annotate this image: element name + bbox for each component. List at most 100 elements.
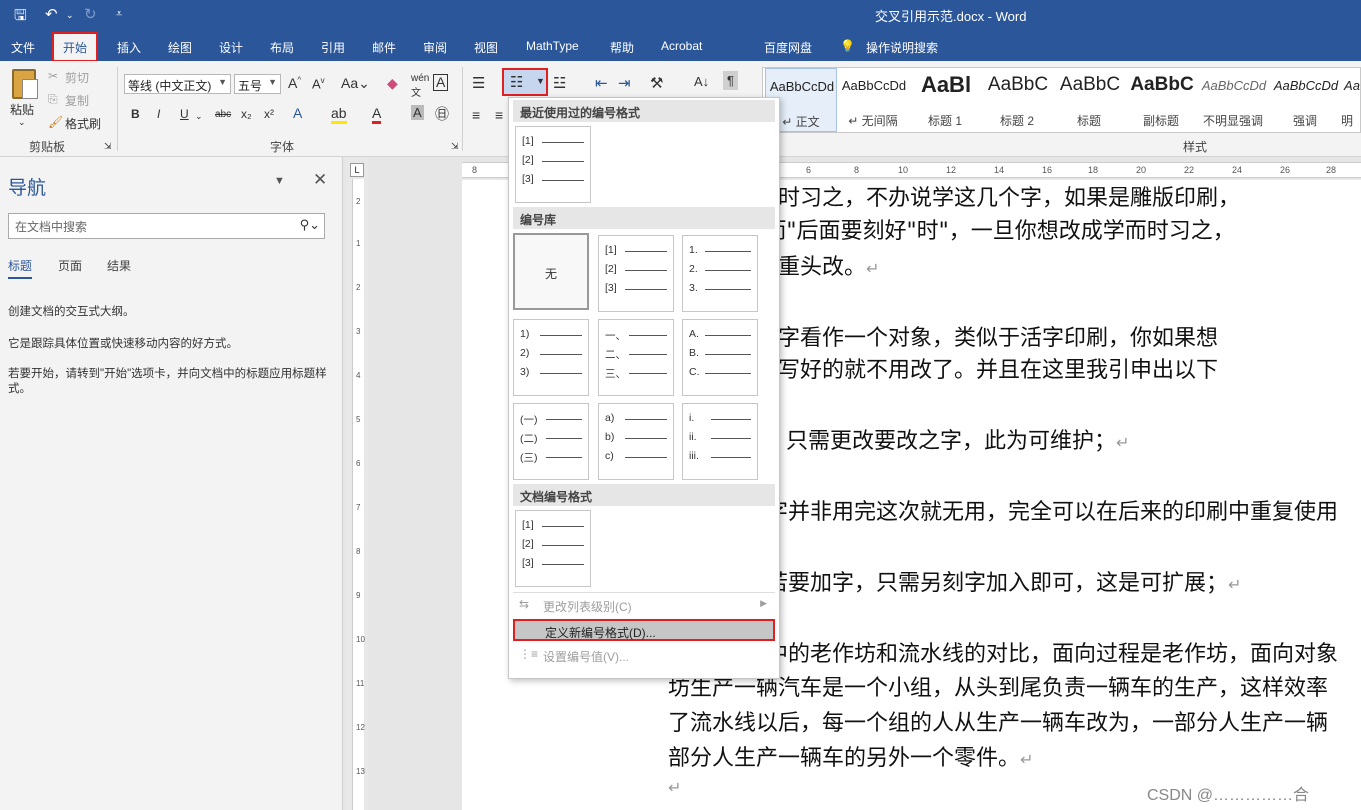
subscript-button[interactable]: x₂ [241,107,252,121]
chevron-down-icon: ▼ [536,76,545,86]
style-item[interactable]: AaBbC 标题 [1053,68,1125,132]
doc-line: 中的老作坊和流水线的对比，面向过程是老作坊，面向对象 [766,642,1339,667]
font-color-icon[interactable]: A [372,105,382,124]
numbering-dropdown: 最近使用过的编号格式 [1] [2] [3] 编号库 无 [1] [2] [3]… [508,97,780,679]
nav-tab-headings[interactable]: 标题 [8,257,33,279]
tab-selector-icon[interactable]: L [350,163,364,177]
tell-me-search[interactable]: 操作说明搜索 [866,39,938,56]
strikethrough-button[interactable]: abc [215,109,231,120]
nav-info-text: 若要开始，请转到"开始"选项卡，并向文档中的标题应用标题样式。 [8,368,327,395]
cut-icon[interactable]: ✂ [48,69,58,83]
save-icon[interactable]: 🖫 [14,5,27,30]
paste-icon[interactable] [12,69,38,99]
recent-format-bracket[interactable]: [1] [2] [3] [515,126,591,203]
style-item[interactable]: AaBbCcDd ↵ 无间隔 [837,68,909,132]
enclose-characters-icon[interactable]: ㊐ [435,104,449,124]
paste-dropdown-icon[interactable]: ⌄ [18,117,26,128]
font-size-combo[interactable]: 五号 ▼ [234,74,281,94]
tab-home[interactable]: 开始 [51,32,99,62]
search-icon[interactable]: ⚲⌄ [300,217,320,233]
paste-button[interactable]: 粘贴 [10,101,34,118]
increase-indent-icon[interactable]: ⇥ [618,74,631,92]
phonetic-guide-icon[interactable]: wén 文 [411,73,429,99]
show-marks-icon[interactable]: ¶ [723,71,738,90]
format-painter-icon[interactable]: 🖌 [48,115,63,129]
shrink-font-icon[interactable]: Av [312,76,325,91]
document-format-bracket[interactable]: [1] [2] [3] [515,510,591,587]
style-item[interactable]: AaBbCcDd 强调 [1269,68,1341,132]
character-shading-icon[interactable]: A [411,105,424,120]
text-effects-icon[interactable]: A [293,105,302,121]
copy-icon[interactable]: ⎘ [48,92,58,107]
tab-mathtype[interactable]: MathType [526,39,579,53]
change-list-level-item[interactable]: ⇆ 更改列表级别(C) ▶ [513,594,775,616]
format-lower-alpha[interactable]: a) b) c) [598,403,674,480]
nav-options-icon[interactable]: ▼ [274,175,285,187]
style-item[interactable]: Aa 明 [1341,68,1361,132]
clipboard-launcher-icon[interactable]: ⇲ [104,141,112,152]
define-new-format-item[interactable]: 定义新编号格式(D)... [513,619,775,641]
vertical-ruler: L 2 1 2 3 4 5 6 7 8 9 10 11 12 13 [346,157,368,810]
style-item[interactable]: AaBbC 副标题 [1125,68,1197,132]
style-item[interactable]: AaBbC 标题 2 [981,68,1053,132]
underline-dropdown-icon[interactable]: ⌄ [195,111,203,122]
format-none[interactable]: 无 [513,233,589,310]
tab-view[interactable]: 视图 [474,39,498,56]
superscript-button[interactable]: x² [264,107,274,121]
align-left-icon[interactable]: ≡ [472,107,480,123]
numbering-button[interactable]: ☷ ▼ [502,68,548,96]
underline-button[interactable]: U [180,107,189,121]
format-painter-button[interactable]: 格式刷 [65,115,101,132]
undo-icon[interactable]: ↶ [45,5,58,23]
tab-file[interactable]: 文件 [11,39,35,56]
font-name-combo[interactable]: 等线 (中文正文) ▼ [124,74,231,94]
font-name-value: 等线 (中文正文) [128,79,212,93]
italic-button[interactable]: I [157,107,160,121]
tab-insert[interactable]: 插入 [117,39,141,56]
tab-mailings[interactable]: 邮件 [372,39,396,56]
highlight-icon[interactable]: ab [331,105,347,124]
format-decimal-paren[interactable]: 1) 2) 3) [513,319,589,396]
undo-dropdown-icon[interactable]: ⌄ [66,10,74,21]
set-numbering-value-item[interactable]: ⋮≡ 设置编号值(V)... [513,644,775,666]
close-icon[interactable]: ✕ [313,170,327,190]
multilevel-list-icon[interactable]: ☳ [553,74,566,92]
menu-divider [513,592,775,593]
tab-references[interactable]: 引用 [321,39,345,56]
copy-button[interactable]: 复制 [65,92,89,109]
sort-icon[interactable]: A↓ [694,74,709,89]
format-bracket[interactable]: [1] [2] [3] [598,235,674,312]
nav-tab-pages[interactable]: 页面 [58,257,82,274]
tab-baidu-netdisk[interactable]: 百度网盘 [764,39,812,56]
grow-font-icon[interactable]: A^ [288,75,301,91]
tab-help[interactable]: 帮助 [610,39,634,56]
tab-design[interactable]: 设计 [219,39,243,56]
nav-tab-results[interactable]: 结果 [107,257,131,274]
font-launcher-icon[interactable]: ⇲ [451,141,459,152]
tab-draw[interactable]: 绘图 [168,39,192,56]
nav-info-text: 创建文档的交互式大纲。 [8,306,135,318]
redo-icon[interactable]: ↻ [84,5,97,23]
cut-button[interactable]: 剪切 [65,69,89,86]
bold-button[interactable]: B [131,107,140,121]
bullets-icon[interactable]: ☰ [472,74,485,92]
customize-icon[interactable]: ⩡ [116,8,122,21]
format-lower-roman[interactable]: i. ii. iii. [682,403,758,480]
format-chinese-comma[interactable]: 一、 二、 三、 [598,319,674,396]
format-chinese-paren[interactable]: (一) (二) (三) [513,403,589,480]
format-decimal-dot[interactable]: 1. 2. 3. [682,235,758,312]
tab-layout[interactable]: 布局 [270,39,294,56]
decrease-indent-icon[interactable]: ⇤ [595,74,608,92]
style-item[interactable]: AaBl 标题 1 [909,68,981,132]
center-icon[interactable]: ≡ [495,107,503,123]
tab-review[interactable]: 审阅 [423,39,447,56]
tab-acrobat[interactable]: Acrobat [661,39,702,53]
styles-gallery: AaBbCcDd ↵ 正文 AaBbCcDd ↵ 无间隔 AaBl 标题 1 A… [762,67,1361,133]
style-item[interactable]: AaBbCcDd 不明显强调 [1197,68,1269,132]
change-case-icon[interactable]: Aa⌄ [341,75,370,92]
chinese-layout-icon[interactable]: ⚒ [650,74,663,92]
clear-formatting-icon[interactable]: ◆ [387,75,398,92]
format-upper-alpha[interactable]: A. B. C. [682,319,758,396]
character-border-icon[interactable]: A [433,74,449,91]
nav-search-input[interactable]: 在文档中搜索 ⚲⌄ [8,213,325,239]
